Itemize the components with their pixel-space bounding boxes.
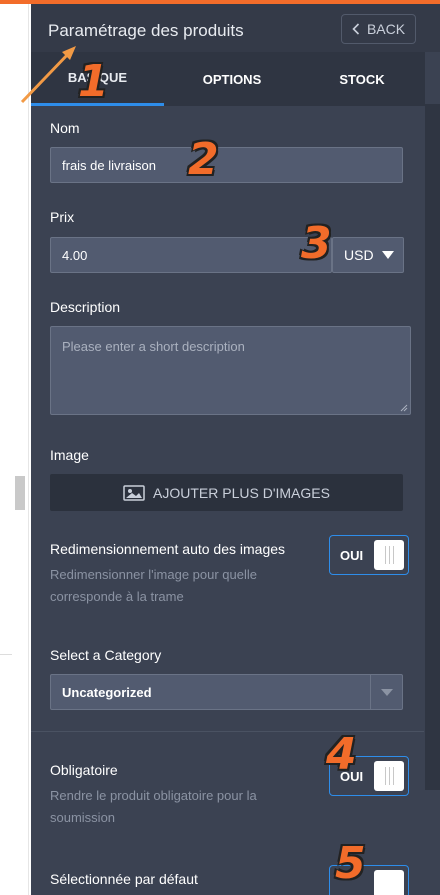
category-select[interactable]: Uncategorized — [50, 674, 403, 710]
add-images-button[interactable]: AJOUTER PLUS D'IMAGES — [50, 474, 403, 511]
annotation-1: 1 — [78, 56, 109, 107]
panel-title: Paramétrage des produits — [48, 21, 244, 40]
required-help: Rendre le produit obligatoire pour la so… — [50, 788, 257, 825]
auto-resize-toggle-text: OUI — [340, 548, 364, 563]
left-separator — [0, 654, 12, 655]
panel-scrollbar-thumb[interactable] — [425, 104, 440, 790]
image-label: Image — [50, 447, 89, 463]
auto-resize-label: Redimensionnement auto des images — [50, 541, 286, 557]
description-placeholder: Please enter a short description — [62, 339, 245, 354]
name-label: Nom — [50, 120, 80, 136]
panel-header: Paramétrage des produits BACK — [31, 4, 440, 52]
toggle-knob — [374, 540, 404, 570]
default-selected-label: Sélectionnée par défaut — [50, 871, 198, 887]
annotation-3: 3 — [301, 218, 332, 269]
annotation-4: 4 — [326, 729, 357, 780]
add-images-label: AJOUTER PLUS D'IMAGES — [153, 484, 330, 501]
currency-value: USD — [344, 247, 374, 263]
price-label: Prix — [50, 209, 75, 225]
toggle-knob — [374, 761, 404, 791]
tab-options[interactable]: OPTIONS — [164, 52, 300, 106]
annotation-5: 5 — [335, 838, 366, 889]
currency-select[interactable]: USD — [332, 237, 404, 273]
description-label: Description — [50, 299, 121, 315]
price-input[interactable]: 4.00 — [50, 237, 332, 273]
resize-grip-icon[interactable] — [400, 404, 408, 412]
name-input[interactable]: frais de livraison — [50, 147, 403, 183]
annotation-2: 2 — [188, 134, 219, 185]
category-value: Uncategorized — [62, 684, 152, 700]
tab-stock[interactable]: STOCK — [300, 52, 424, 106]
left-divider-line — [28, 4, 29, 895]
product-settings-panel: Paramétrage des produits BACK BASIQUE OP… — [31, 4, 440, 895]
chevron-left-icon — [352, 23, 360, 35]
auto-resize-help: Redimensionner l'image pour quelle corre… — [50, 567, 257, 604]
left-background — [0, 4, 31, 895]
panel-scrollbar[interactable] — [425, 52, 440, 895]
description-textarea[interactable]: Please enter a short description — [50, 326, 411, 415]
back-button[interactable]: BACK — [341, 14, 416, 44]
section-divider — [31, 731, 424, 732]
required-label: Obligatoire — [50, 762, 118, 778]
toggle-knob — [374, 870, 404, 895]
auto-resize-toggle[interactable]: OUI — [329, 535, 409, 575]
caret-down-icon — [381, 251, 394, 259]
back-button-label: BACK — [366, 21, 406, 37]
image-icon — [123, 484, 145, 501]
left-scrollbar-thumb[interactable] — [15, 476, 25, 510]
chevron-down-icon — [370, 675, 402, 709]
category-label: Select a Category — [50, 647, 162, 663]
